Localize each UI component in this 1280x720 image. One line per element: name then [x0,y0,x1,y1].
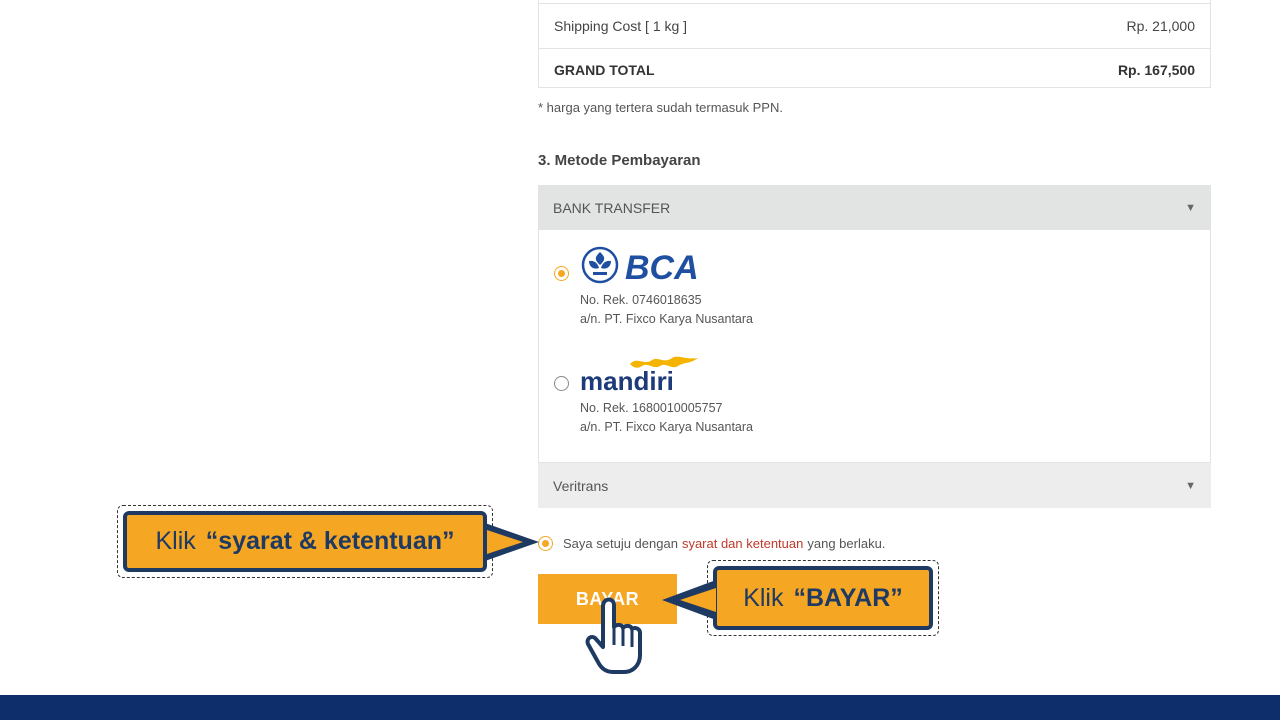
mandiri-details: No. Rek. 1680010005757 a/n. PT. Fixco Ka… [580,399,830,437]
bca-account-number: No. Rek. 0746018635 [580,293,702,307]
callout-terms-prefix: Klik [155,527,196,555]
bca-logo-text: BCA [625,249,699,286]
terms-text-before: Saya setuju dengan [563,535,678,551]
grand-total-label: GRAND TOTAL [554,61,655,78]
mandiri-radio[interactable] [554,376,569,391]
terms-agreement[interactable]: Saya setuju dengan syarat dan ketentuan … [538,533,885,553]
callout-terms-emphasis: “syarat & ketentuan” [205,527,455,555]
callout-terms: Klik “syarat & ketentuan” [117,505,493,578]
bank-transfer-panel: BCA No. Rek. 0746018635 a/n. PT. Fixco K… [538,230,1211,463]
veritrans-accordion-header[interactable]: Veritrans ▼ [538,463,1211,508]
hand-pointer-icon [585,597,642,674]
payment-method-title: 3. Metode Pembayaran [538,152,701,169]
terms-link[interactable]: syarat dan ketentuan [682,536,803,551]
bca-details: No. Rek. 0746018635 a/n. PT. Fixco Karya… [580,291,830,329]
grand-total-row: GRAND TOTAL Rp. 167,500 [539,48,1210,90]
bank-transfer-accordion-header[interactable]: BANK TRANSFER ▼ [538,185,1211,230]
mandiri-account-number: No. Rek. 1680010005757 [580,401,723,415]
callout-pay-prefix: Klik [743,583,784,612]
bca-account-holder: a/n. PT. Fixco Karya Nusantara [580,312,753,326]
caret-down-icon: ▼ [1185,201,1196,214]
mandiri-account-holder: a/n. PT. Fixco Karya Nusantara [580,420,753,434]
ppn-note: * harga yang tertera sudah termasuk PPN. [538,100,783,115]
order-summary-table: Shipping Cost [ 1 kg ] Rp. 21,000 GRAND … [538,0,1211,88]
caret-down-icon: ▼ [1185,479,1196,492]
mandiri-logo: mandiri [580,354,704,399]
callout-pay: Klik “BAYAR” [707,560,939,636]
shipping-cost-label: Shipping Cost [ 1 kg ] [554,18,688,34]
grand-total-value: Rp. 167,500 [1117,61,1195,78]
veritrans-label: Veritrans [553,477,609,494]
callout-terms-arrow-icon [485,523,539,561]
bca-logo: BCA [580,246,702,291]
mandiri-logo-text: mandiri [580,366,674,394]
shipping-cost-value: Rp. 21,000 [1126,18,1196,34]
shipping-cost-row: Shipping Cost [ 1 kg ] Rp. 21,000 [539,3,1210,48]
callout-terms-box: Klik “syarat & ketentuan” [123,511,487,572]
bca-radio[interactable] [554,266,569,281]
callout-pay-emphasis: “BAYAR” [793,583,903,612]
footer-bar [0,695,1280,720]
callout-pay-box: Klik “BAYAR” [713,566,933,630]
terms-text-after: yang berlaku. [807,535,886,551]
bank-transfer-label: BANK TRANSFER [553,199,671,216]
callout-pay-arrow-icon [662,580,716,620]
